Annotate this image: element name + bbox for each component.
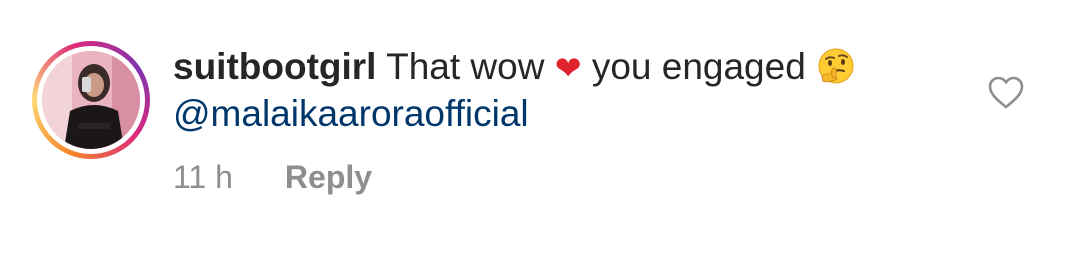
mention-link[interactable]: @malaikaaroraofficial xyxy=(173,93,529,134)
avatar-gap xyxy=(37,46,145,154)
thinking-face-emoji xyxy=(818,48,854,84)
red-heart-emoji: ❤ xyxy=(554,50,582,86)
timestamp: 11 h xyxy=(173,159,233,195)
comment-username[interactable]: suitbootgirl xyxy=(173,46,376,87)
heart-outline-icon[interactable] xyxy=(988,76,1024,110)
avatar[interactable] xyxy=(42,51,140,149)
comment-text: suitbootgirl That wow ❤ you engaged @mal… xyxy=(173,44,933,137)
comment-row: suitbootgirl That wow ❤ you engaged @mal… xyxy=(0,0,1079,255)
reply-button[interactable]: Reply xyxy=(285,159,372,195)
avatar-image xyxy=(42,51,140,149)
comment-meta: 11 h Reply xyxy=(173,154,372,200)
comment-text-after: you engaged xyxy=(591,46,806,87)
story-ring[interactable] xyxy=(32,41,150,159)
comment-text-before: That wow xyxy=(386,46,545,87)
